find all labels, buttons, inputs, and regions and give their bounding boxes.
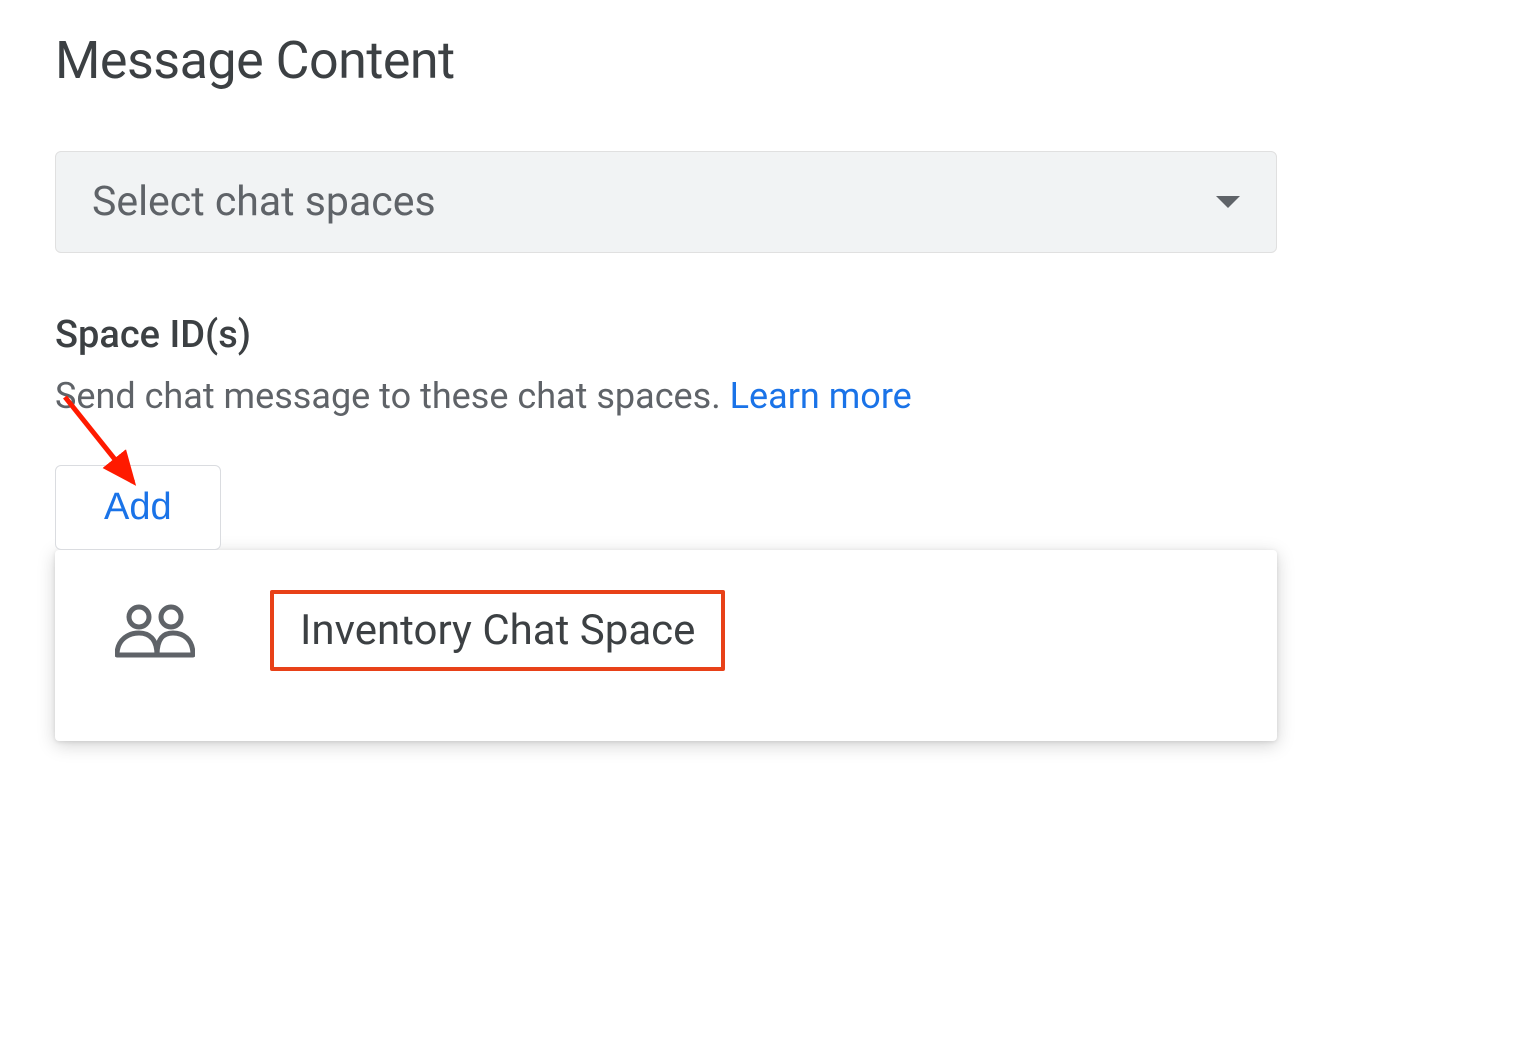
caret-down-icon	[1216, 196, 1240, 208]
space-dropdown-list: Inventory Chat Space	[55, 550, 1277, 741]
add-button-label: Add	[104, 486, 172, 529]
space-ids-label: Space ID(s)	[55, 313, 1485, 357]
dropdown-item[interactable]: Inventory Chat Space	[115, 590, 1217, 671]
select-chat-spaces-dropdown[interactable]: Select chat spaces	[55, 151, 1277, 253]
space-ids-description: Send chat message to these chat spaces. …	[55, 375, 1485, 417]
select-label: Select chat spaces	[92, 178, 436, 226]
learn-more-link[interactable]: Learn more	[730, 375, 912, 417]
add-button[interactable]: Add	[55, 465, 221, 550]
dropdown-item-label: Inventory Chat Space	[270, 590, 725, 671]
section-title: Message Content	[55, 30, 1485, 91]
space-ids-description-text: Send chat message to these chat spaces.	[55, 375, 730, 417]
people-icon	[115, 603, 195, 658]
